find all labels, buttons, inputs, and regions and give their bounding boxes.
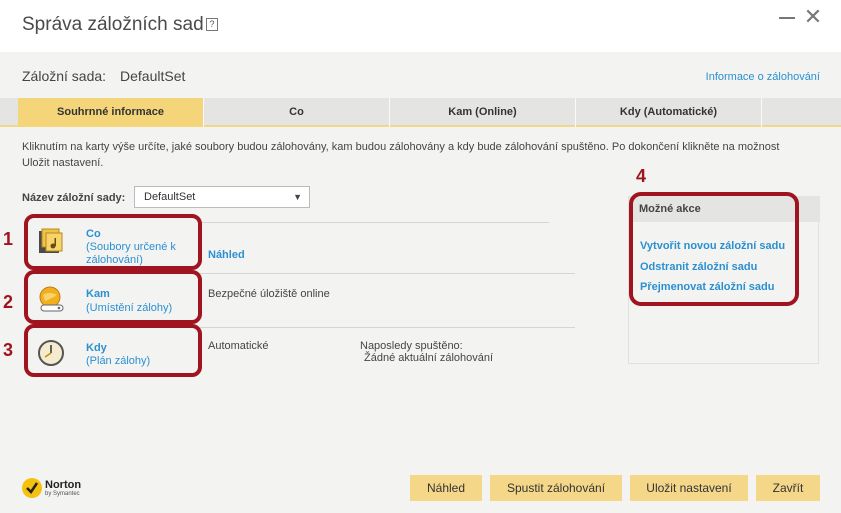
online-storage-icon <box>37 285 65 313</box>
preview-link[interactable]: Náhled <box>208 249 245 261</box>
row-number-4: 4 <box>636 166 647 186</box>
save-settings-button[interactable]: Uložit nastavení <box>630 475 748 501</box>
row-when-title[interactable]: Kdy <box>86 342 107 354</box>
row-where[interactable]: Kam (Umístění zálohy) <box>24 270 202 324</box>
minimize-icon[interactable] <box>779 17 795 19</box>
close-button[interactable]: Zavřít <box>756 475 820 501</box>
row-what[interactable]: Co (Soubory určené k zálohování) <box>24 214 202 270</box>
row-where-value: Bezpečné úložiště online <box>208 288 330 300</box>
backup-set-select[interactable]: DefaultSet ▼ <box>134 186 310 208</box>
row-where-title[interactable]: Kam <box>86 288 110 300</box>
delete-backup-set-link[interactable]: Odstranit záložní sadu <box>640 261 757 273</box>
row-number-3: 3 <box>3 340 14 360</box>
clock-icon <box>37 339 65 367</box>
backup-set-label: Záložní sada: <box>22 68 107 84</box>
close-icon[interactable]: ✕ <box>803 7 823 29</box>
row-what-subtitle[interactable]: (Soubory určené k zálohování) <box>86 241 198 267</box>
tab-summary[interactable]: Souhrnné informace <box>18 98 204 127</box>
files-icon <box>37 227 65 255</box>
rename-backup-set-link[interactable]: Přejmenovat záložní sadu <box>640 281 774 293</box>
preview-button[interactable]: Náhled <box>410 475 482 501</box>
backup-set-name: DefaultSet <box>120 68 186 84</box>
divider <box>200 327 575 328</box>
backup-info-link[interactable]: Informace o zálohování <box>706 71 820 83</box>
backup-set-bar: Záložní sada: DefaultSet Informace o zál… <box>0 52 841 98</box>
help-icon[interactable]: ? <box>206 18 218 31</box>
window-title: Správa záložních sad <box>22 14 204 35</box>
checkmark-icon <box>22 478 42 498</box>
create-backup-set-link[interactable]: Vytvořit novou záložní sadu <box>640 240 785 252</box>
tab-when[interactable]: Kdy (Automatické) <box>576 98 762 127</box>
last-run-value: Žádné aktuální zálohování <box>364 352 494 364</box>
logo-brand: Norton <box>45 479 82 491</box>
row-what-title[interactable]: Co <box>86 228 101 240</box>
logo-sub: by Symantec <box>45 491 80 497</box>
run-backup-button[interactable]: Spustit zálohování <box>490 475 622 501</box>
tab-what[interactable]: Co <box>204 98 390 127</box>
tab-bar: Souhrnné informace Co Kam (Online) Kdy (… <box>0 98 841 127</box>
instructions-text: Kliknutím na karty výše určíte, jaké sou… <box>22 141 780 169</box>
title-bar: Správa záložních sad ? ✕ <box>0 0 841 52</box>
row-number-1: 1 <box>3 229 14 249</box>
row-when-subtitle[interactable]: (Plán zálohy) <box>86 355 150 368</box>
norton-logo: Norton by Symantec <box>22 476 82 502</box>
row-number-2: 2 <box>3 292 14 312</box>
row-when[interactable]: Kdy (Plán zálohy) <box>24 324 202 377</box>
divider <box>200 273 575 274</box>
tab-where[interactable]: Kam (Online) <box>390 98 576 127</box>
chevron-down-icon: ▼ <box>293 192 302 202</box>
backup-set-select-value: DefaultSet <box>144 191 196 203</box>
row-where-subtitle[interactable]: (Umístění zálohy) <box>86 302 172 315</box>
backup-set-name-label: Název záložní sady: <box>22 192 126 204</box>
row-when-value: Automatické <box>208 340 269 352</box>
last-run-label: Naposledy spuštěno: <box>360 340 463 352</box>
